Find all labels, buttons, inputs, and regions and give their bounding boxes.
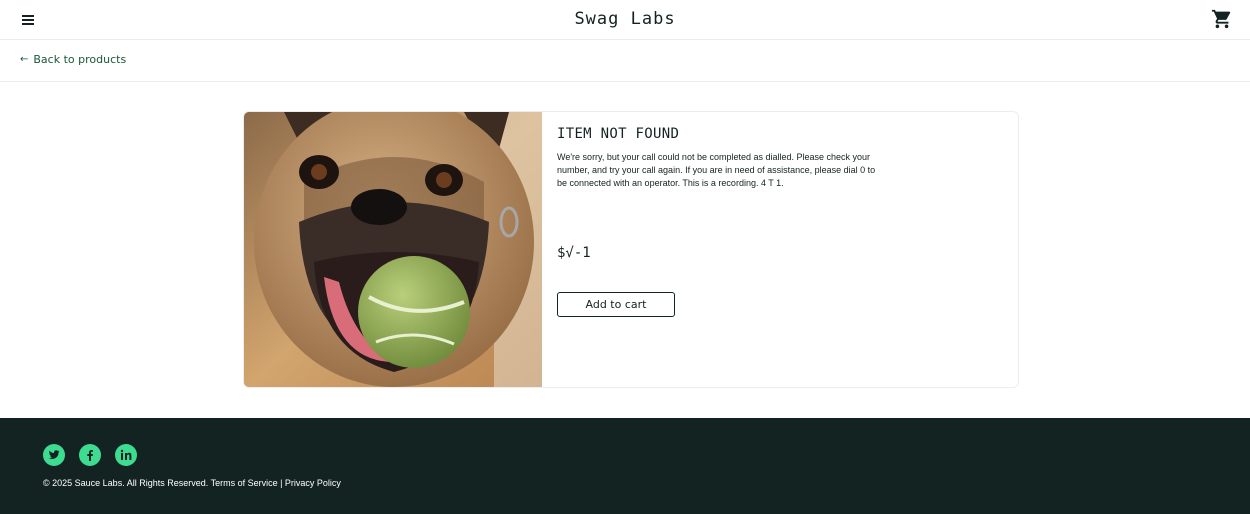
primary-header: Swag Labs [0, 0, 1250, 40]
item-price: $√-1 [557, 245, 591, 261]
item-name: ITEM NOT FOUND [557, 126, 680, 142]
add-to-cart-button[interactable]: Add to cart [557, 292, 675, 317]
footer-copyright: © 2025 Sauce Labs. All Rights Reserved. … [43, 478, 341, 488]
pug-with-tennis-ball-photo [244, 112, 542, 387]
social-links [43, 444, 137, 466]
shopping-cart-icon [1211, 9, 1231, 29]
linkedin-icon [120, 449, 132, 460]
shopping-cart-link[interactable] [1211, 8, 1233, 30]
facebook-icon [87, 450, 93, 461]
linkedin-link[interactable] [115, 444, 137, 466]
product-image [244, 112, 542, 387]
back-to-products-button[interactable]: ← Back to products [20, 53, 126, 66]
app-logo: Swag Labs [574, 9, 676, 29]
secondary-header: ← Back to products [0, 41, 1250, 82]
arrow-left-icon: ← [20, 54, 29, 65]
twitter-link[interactable] [43, 444, 65, 466]
item-details: ITEM NOT FOUND We're sorry, but your cal… [557, 126, 897, 190]
item-description: We're sorry, but your call could not be … [557, 152, 876, 188]
back-to-products-label: Back to products [33, 53, 127, 66]
facebook-link[interactable] [79, 444, 101, 466]
footer: © 2025 Sauce Labs. All Rights Reserved. … [0, 418, 1250, 514]
twitter-icon [48, 450, 60, 459]
inventory-details-container: ITEM NOT FOUND We're sorry, but your cal… [243, 111, 1019, 388]
